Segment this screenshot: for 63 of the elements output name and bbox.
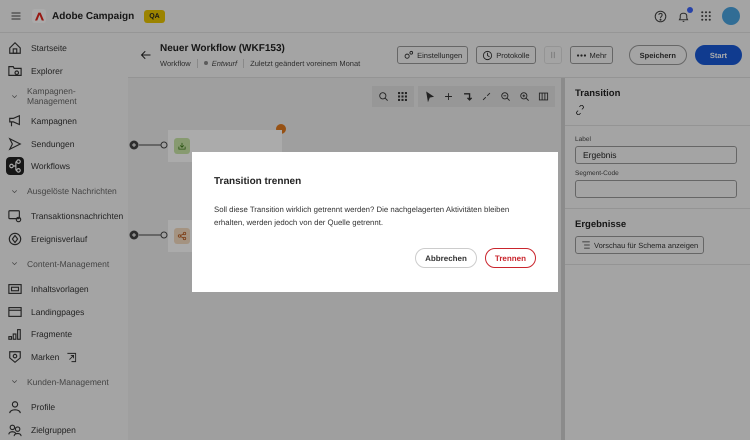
sidebar-item[interactable]: Landingpages — [6, 300, 128, 323]
back-arrow-icon — [140, 49, 152, 61]
workflow-title: Neuer Workflow (WKF153) — [160, 42, 286, 54]
share-icon — [177, 231, 187, 241]
sidebar-item[interactable]: Transaktionsnachrichten — [6, 204, 128, 228]
sidebar-item[interactable]: Inhaltsvorlagen — [6, 277, 128, 300]
section-title: Ergebnisse — [575, 219, 628, 230]
pointer-icon — [424, 91, 435, 102]
menu-icon — [10, 10, 22, 22]
sidebar-section[interactable]: Ausgelöste Nachrichten — [6, 178, 128, 205]
zoom-in-icon — [519, 91, 530, 102]
message-gear-icon — [8, 209, 22, 224]
notifications-icon[interactable] — [677, 10, 690, 22]
app-logo — [32, 9, 46, 23]
shield-icon — [8, 350, 22, 364]
sidebar-item[interactable]: Fragmente — [6, 322, 128, 346]
search-icon — [378, 91, 389, 102]
panel-icon — [538, 91, 549, 102]
help-icon — [654, 10, 667, 22]
zoom-out-icon — [500, 91, 511, 102]
megaphone-icon — [8, 114, 22, 128]
sidebar-item[interactable]: Marken — [6, 346, 128, 368]
sidebar-section[interactable]: Content-Management — [6, 250, 128, 278]
link-icon — [575, 105, 585, 115]
connector-icon — [462, 91, 473, 102]
connector-drawing[interactable] — [128, 140, 168, 150]
workflow-icon — [8, 159, 22, 174]
fragments-icon — [8, 327, 22, 342]
person-icon — [8, 400, 22, 414]
sidebar-item[interactable]: Startseite — [6, 37, 128, 60]
avatar[interactable] — [722, 7, 740, 25]
browser-icon — [8, 304, 22, 318]
app-name: Adobe Campaign — [52, 10, 134, 22]
template-icon — [8, 282, 22, 296]
input-field[interactable]: Ergebnis — [575, 146, 737, 164]
sidebar-item[interactable]: Explorer — [6, 60, 128, 83]
home-icon — [8, 41, 22, 56]
dialog-title: Transition trennen — [214, 176, 302, 187]
people-icon — [8, 422, 22, 437]
panel-title: Transition — [575, 88, 622, 99]
sidebar-item[interactable]: Kampagnen — [6, 110, 128, 132]
sidebar-item[interactable]: Workflows — [6, 155, 128, 178]
cancel-button[interactable]: Abbrechen — [415, 248, 477, 268]
collapse-icon — [481, 91, 492, 102]
sidebar-section[interactable]: Kampagnen-Management — [6, 82, 128, 110]
gear-icon — [403, 50, 414, 60]
sidebar-item[interactable]: Zielgruppen — [6, 418, 128, 440]
grid-icon — [397, 91, 408, 102]
apps-grid-icon — [700, 10, 712, 22]
list-icon — [581, 240, 591, 250]
sidebar-item[interactable]: Profile — [6, 395, 128, 418]
download-icon — [177, 141, 187, 151]
history-icon — [482, 50, 494, 60]
plus-icon — [443, 91, 454, 102]
send-icon — [8, 136, 22, 151]
sidebar-section[interactable]: Kunden-Management — [6, 368, 128, 396]
event-icon — [8, 232, 22, 246]
sidebar-item[interactable]: Ereignisverlauf — [6, 228, 128, 250]
connector-drawing[interactable] — [128, 230, 168, 240]
disconnect-button[interactable]: Trennen — [484, 248, 536, 268]
folder-search-icon — [8, 64, 22, 78]
input-field[interactable] — [575, 180, 737, 198]
sidebar-item[interactable]: Sendungen — [6, 132, 128, 156]
